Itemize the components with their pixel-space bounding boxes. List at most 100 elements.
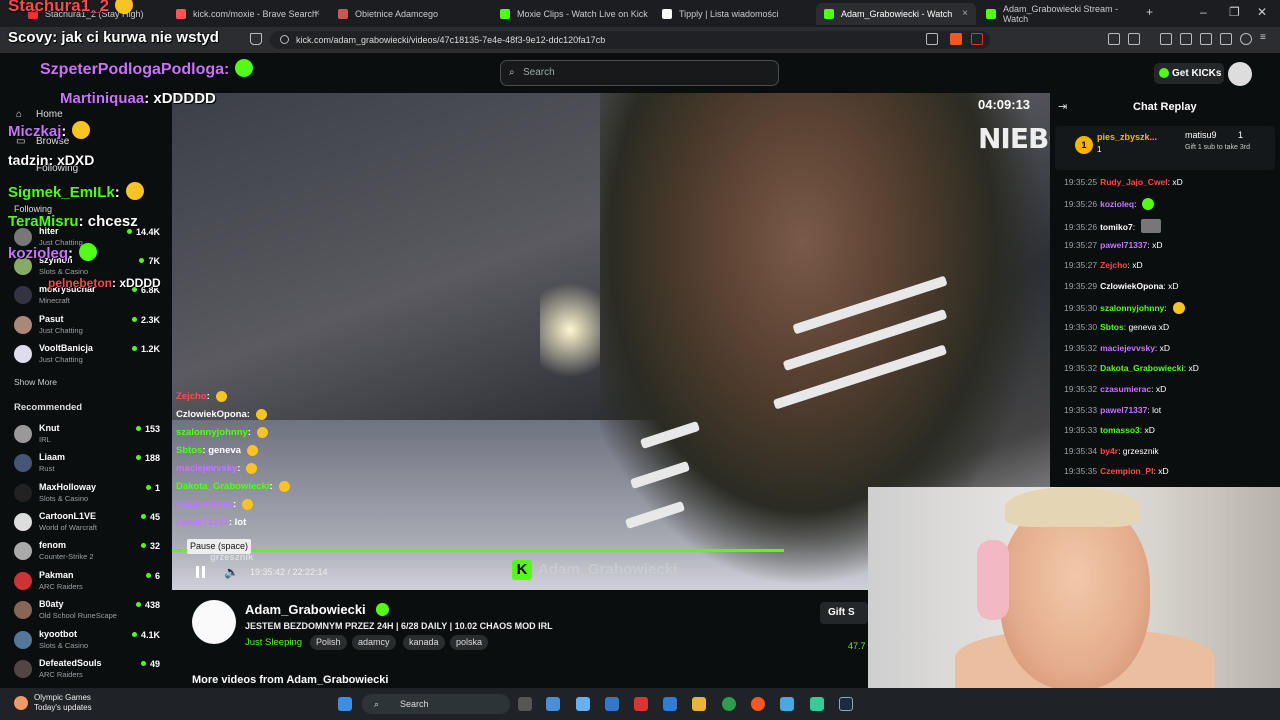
chat-user[interactable]: maciejevvsky xyxy=(1100,343,1155,353)
brave-rewards-icon[interactable] xyxy=(971,33,983,45)
media-icon[interactable] xyxy=(1160,33,1172,45)
timestamp: 19:35:32 xyxy=(1064,343,1098,353)
sidebar-channel[interactable]: Pasut Just Chatting 2.3K xyxy=(14,312,164,340)
chat-message: : xyxy=(206,391,210,402)
explorer-icon[interactable] xyxy=(576,697,590,711)
taskbar-search[interactable]: ⌕ Search xyxy=(362,694,510,714)
folder-icon[interactable] xyxy=(692,697,706,711)
maximize-icon[interactable]: ❐ xyxy=(1229,5,1240,19)
tab-adam-stream[interactable]: Adam_Grabowiecki Stream - Watch xyxy=(978,3,1138,25)
sidebar-toggle-icon[interactable] xyxy=(1180,33,1192,45)
chat-user[interactable]: tomasso3 xyxy=(1100,425,1140,435)
menu-icon[interactable]: ≡ xyxy=(1260,33,1272,45)
reading-list-icon[interactable] xyxy=(1200,33,1212,45)
tab-moxie-clips[interactable]: Moxie Clips - Watch Live on Kick xyxy=(492,3,652,25)
tab-label: Adam_Grabowiecki Stream - Watch xyxy=(1003,4,1119,24)
search-input[interactable]: ⌕ Search xyxy=(500,60,779,86)
minimize-icon[interactable]: – xyxy=(1200,5,1207,19)
pause-button[interactable] xyxy=(196,566,206,578)
chat-user[interactable]: kozioleq xyxy=(1100,199,1134,209)
chat-user[interactable]: tomiko7 xyxy=(1100,222,1133,232)
tab-label: Obietnice Adamcego xyxy=(355,9,439,19)
stream-category[interactable]: Just Sleeping xyxy=(245,637,302,648)
chat-user[interactable]: czasumierac xyxy=(1100,384,1151,394)
sidebar-channel[interactable]: DefeatedSouls ARC Raiders 49 xyxy=(14,656,164,684)
user-avatar[interactable] xyxy=(1228,62,1252,86)
vpn-icon[interactable] xyxy=(1240,33,1252,45)
notepad-icon[interactable] xyxy=(780,697,794,711)
sidebar-channel[interactable]: VooltBanicja Just Chatting 1.2K xyxy=(14,341,164,369)
tab-label: Moxie Clips - Watch Live on Kick xyxy=(517,9,648,19)
chat-user[interactable]: CzlowiekOpona xyxy=(1100,281,1163,291)
channel-game: Old School RuneScape xyxy=(39,611,117,620)
downloads-icon[interactable] xyxy=(1220,33,1232,45)
tab-favicon xyxy=(662,9,672,19)
chat-user[interactable]: Dakota_Grabowiecki xyxy=(1100,363,1184,373)
close-window-icon[interactable]: ✕ xyxy=(1257,5,1267,19)
chat-user[interactable]: Czempion_Pl xyxy=(1100,466,1153,476)
url-input[interactable]: kick.com/adam_grabowiecki/videos/47c1813… xyxy=(270,31,990,49)
tag-polska[interactable]: polska xyxy=(450,635,489,650)
sidebar-channel[interactable]: CartoonL1VE World of Warcraft 45 xyxy=(14,509,164,537)
chat-user[interactable]: pawel71337 xyxy=(1100,405,1147,415)
chat-user[interactable]: Sbtos xyxy=(1100,322,1124,332)
kick-watermark: K Adam_Grabowiecki xyxy=(512,560,677,580)
channel-avatar[interactable] xyxy=(192,600,236,644)
windows-start-icon[interactable] xyxy=(338,697,352,711)
app-l-icon[interactable] xyxy=(634,697,648,711)
brave-icon[interactable] xyxy=(751,697,765,711)
tag-kanada[interactable]: kanada xyxy=(403,635,445,650)
top-gifter-count: 1 xyxy=(1097,145,1102,154)
brave-shields-icon[interactable] xyxy=(950,33,962,45)
chat-text: : xD xyxy=(1183,363,1199,373)
volume-icon[interactable]: 🔈 xyxy=(224,565,239,579)
sidebar-channel[interactable]: Knut IRL 153 xyxy=(14,421,164,449)
wallet-icon[interactable] xyxy=(1128,33,1140,45)
nav-home[interactable]: Home xyxy=(36,109,63,120)
chat-user[interactable]: pawel71337 xyxy=(1100,240,1147,250)
bookmark-icon[interactable] xyxy=(250,33,262,45)
browser-icon[interactable] xyxy=(810,697,824,711)
channel-name[interactable]: Adam_Grabowiecki xyxy=(245,602,366,617)
close-icon[interactable]: × xyxy=(314,8,320,19)
new-tab-button[interactable]: + xyxy=(1146,5,1153,19)
share-icon[interactable] xyxy=(926,33,938,45)
sidebar-channel[interactable]: Pakman ARC Raiders 6 xyxy=(14,568,164,596)
tab-brave-search[interactable]: kick.com/moxie - Brave Search × xyxy=(168,3,328,25)
chat-user[interactable]: szalonnyjohnny xyxy=(1100,303,1164,313)
extensions-icon[interactable] xyxy=(1108,33,1120,45)
video-progress-bar[interactable] xyxy=(172,549,785,552)
copilot-icon[interactable] xyxy=(546,697,560,711)
sidebar-channel[interactable]: B0aty Old School RuneScape 438 xyxy=(14,597,164,625)
weather-widget[interactable]: Olympic Games Today's updates xyxy=(34,693,92,713)
weather-icon[interactable] xyxy=(14,696,28,710)
tag-polish[interactable]: Polish xyxy=(310,635,347,650)
show-more-link[interactable]: Show More xyxy=(14,377,57,387)
collapse-chat-icon[interactable]: ⇥ xyxy=(1058,100,1067,113)
chat-user[interactable]: Rudy_Jajo_Cwel xyxy=(1100,177,1168,187)
chat-user[interactable]: Zejcho xyxy=(1100,260,1127,270)
gift-prompt[interactable]: Gift 1 sub to take 3rd xyxy=(1185,144,1265,151)
task-view-icon[interactable] xyxy=(518,697,532,711)
chat-message: 19:35:26 tomiko7: xyxy=(1064,219,1162,233)
steam-icon[interactable] xyxy=(839,697,853,711)
sidebar-channel[interactable]: Liaam Rust 188 xyxy=(14,450,164,478)
gift-sub-button[interactable]: Gift S xyxy=(820,602,868,624)
sidebar-channel[interactable]: fenom Counter-Strike 2 32 xyxy=(14,538,164,566)
chat-message: 19:35:32 czasumierac: xD xyxy=(1064,384,1166,394)
site-settings-icon[interactable] xyxy=(280,35,289,44)
app-green-icon[interactable] xyxy=(722,697,736,711)
close-icon[interactable]: × xyxy=(962,8,968,19)
tab-tipply[interactable]: Tipply | Lista wiadomości xyxy=(654,3,814,25)
tab-obietnice[interactable]: Obietnice Adamcego xyxy=(330,3,490,25)
chat-message: : xyxy=(61,123,67,140)
sidebar-channel[interactable]: MaxHolloway Slots & Casino 1 xyxy=(14,480,164,508)
store-icon[interactable] xyxy=(605,697,619,711)
sidebar-channel[interactable]: kyootbot Slots & Casino 4.1K xyxy=(14,627,164,655)
mail-icon[interactable] xyxy=(663,697,677,711)
chat-user[interactable]: by4r xyxy=(1100,446,1118,456)
get-kicks-button[interactable]: Get KICKs xyxy=(1154,63,1224,84)
tab-adam-active[interactable]: Adam_Grabowiecki - Watch × xyxy=(816,3,976,25)
emote-icon xyxy=(242,499,254,510)
tag-adamcy[interactable]: adamcy xyxy=(352,635,396,650)
